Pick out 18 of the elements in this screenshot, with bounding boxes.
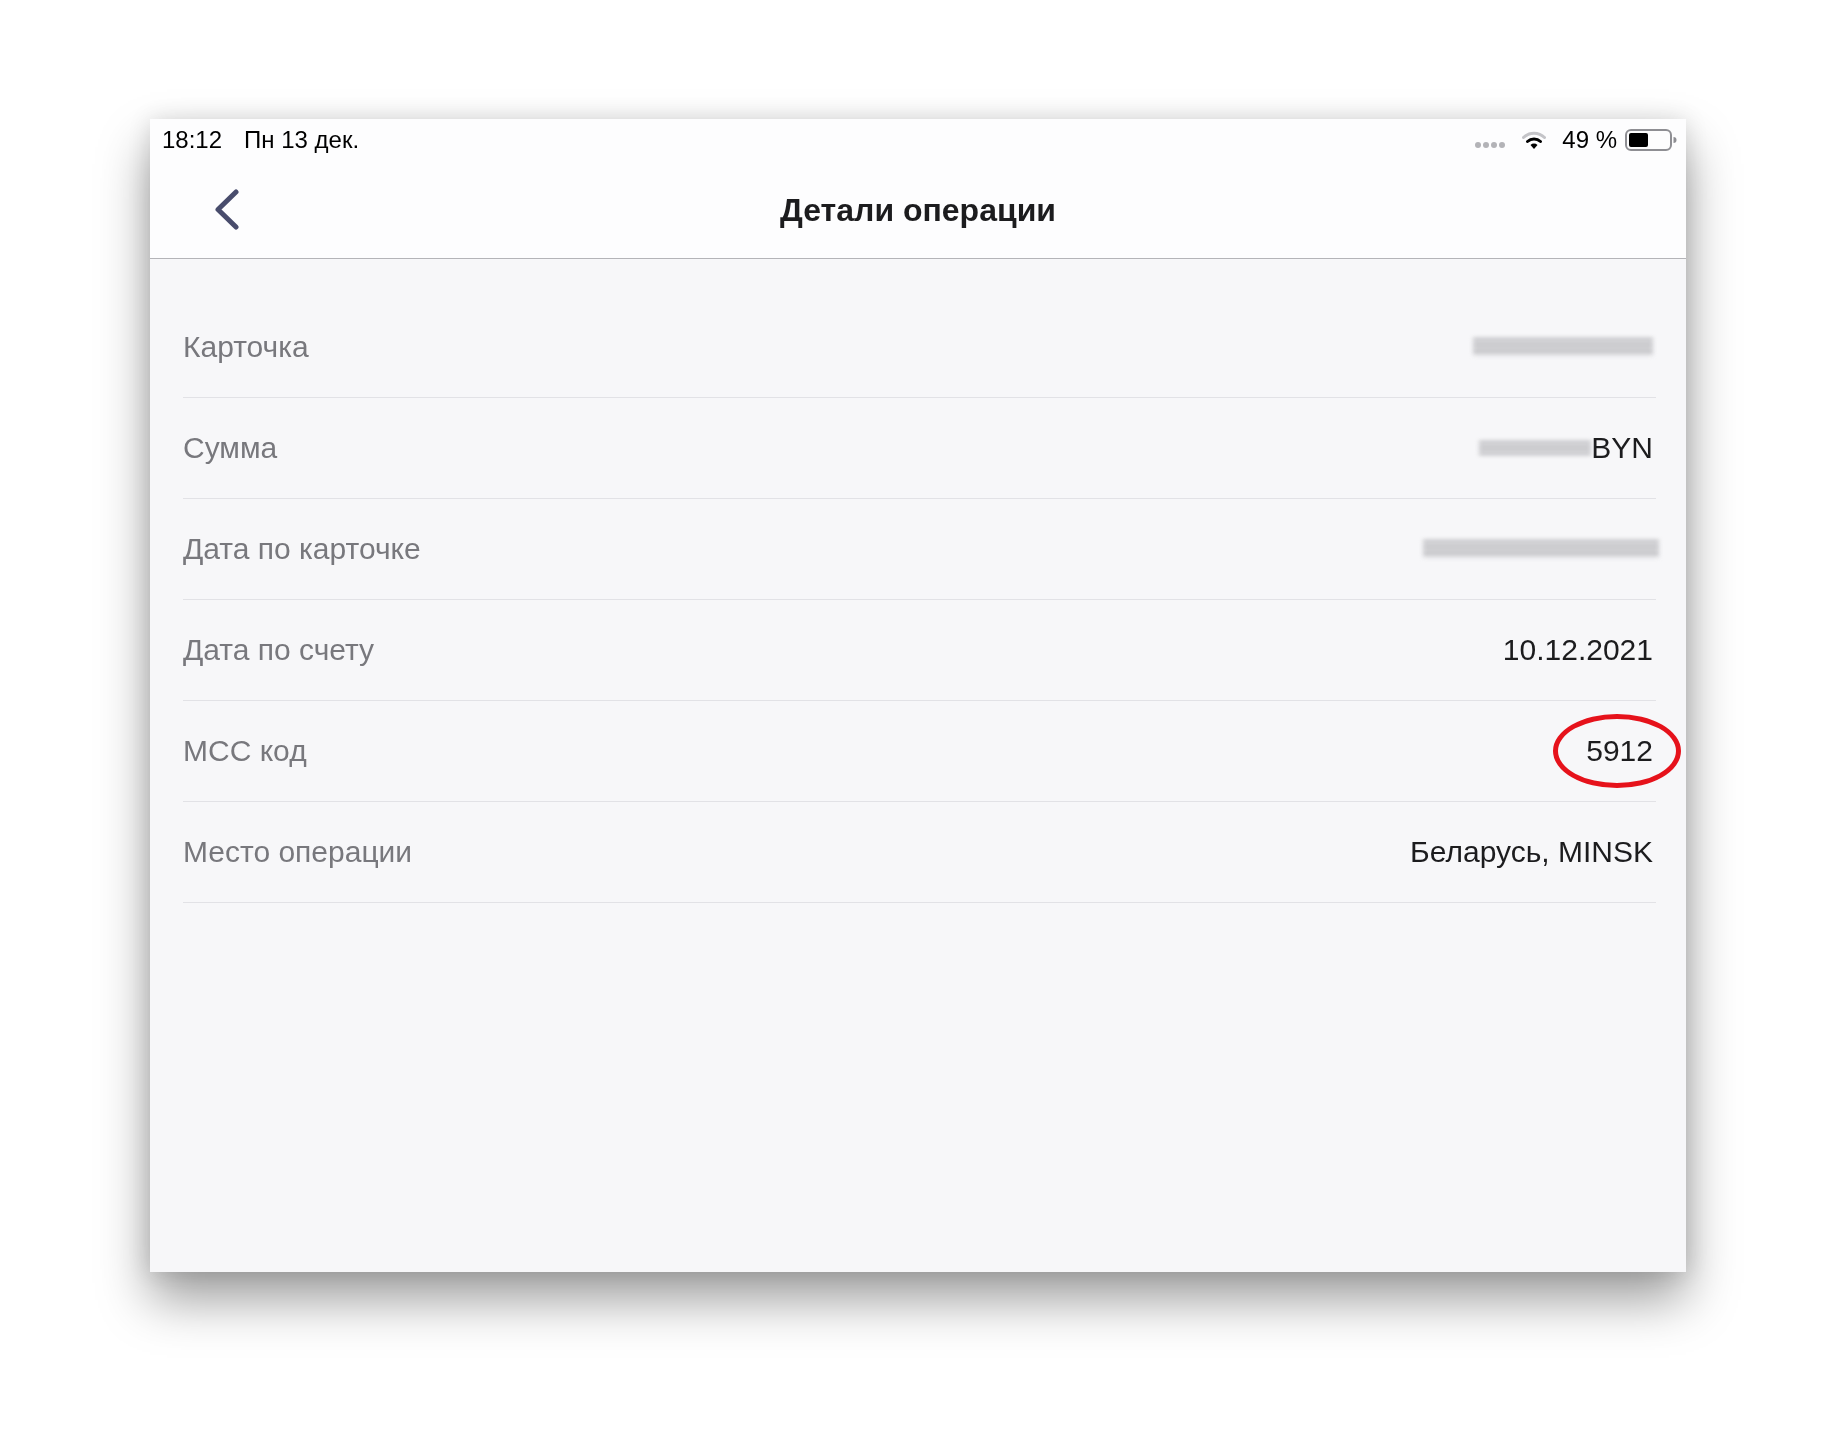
battery-percent: 49 %: [1562, 126, 1617, 154]
detail-value: 10.12.2021: [1502, 632, 1653, 668]
detail-label: МСС код: [183, 733, 307, 769]
detail-value: BYN: [1591, 430, 1653, 466]
screen-title: Детали операции: [780, 190, 1056, 230]
detail-label: Дата по счету: [183, 632, 375, 668]
detail-value: 5912: [1586, 733, 1653, 769]
detail-label: Место операции: [183, 834, 413, 870]
battery-icon: [1625, 129, 1677, 151]
detail-label: Карточка: [183, 329, 309, 365]
detail-label: Дата по карточке: [183, 531, 421, 567]
back-icon: [214, 189, 240, 230]
status-date: Пн 13 дек.: [244, 126, 360, 154]
detail-value: Беларусь, MINSK: [1410, 834, 1653, 870]
detail-label: Сумма: [183, 430, 278, 466]
status-time: 18:12: [162, 126, 223, 154]
wifi-icon: [1522, 131, 1547, 149]
signal-icon: [1475, 142, 1506, 148]
